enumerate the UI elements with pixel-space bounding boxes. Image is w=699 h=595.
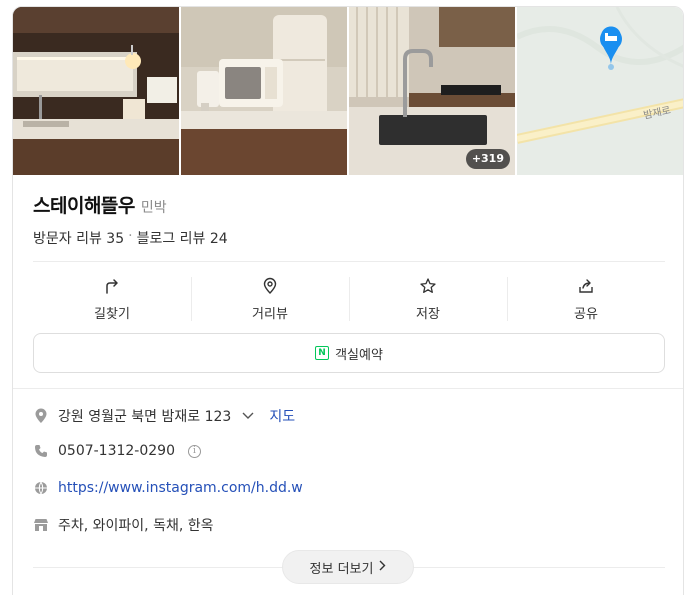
amenities-row: 주차, 와이파이, 독채, 한옥 (33, 515, 214, 535)
save-button[interactable]: 저장 (349, 269, 507, 329)
visitor-reviews-link[interactable]: 방문자 리뷰 35 (33, 228, 124, 248)
room-reservation-label: 객실예약 (335, 347, 383, 363)
review-separator: · (128, 228, 133, 244)
phone-icon (33, 443, 49, 459)
divider (13, 388, 683, 389)
action-bar: 길찾기 거리뷰 저장 공유 (33, 269, 665, 329)
website-link[interactable]: https://www.instagram.com/h.dd.w (58, 480, 303, 496)
street-view-icon (261, 277, 279, 295)
store-icon (33, 517, 49, 533)
chevron-down-icon[interactable] (242, 408, 254, 424)
photo-map-thumbnail[interactable]: 밤재로 (517, 7, 683, 175)
more-info-button[interactable]: 정보 더보기 (282, 550, 414, 584)
info-icon[interactable]: i (188, 444, 201, 458)
street-view-button[interactable]: 거리뷰 (191, 269, 349, 329)
title-row: 스테이해뜰우 민박 (33, 191, 167, 218)
amenities-text: 주차, 와이파이, 독채, 한옥 (58, 518, 214, 534)
room-reservation-button[interactable]: N 객실예약 (33, 333, 665, 373)
place-category: 민박 (140, 200, 167, 216)
directions-label: 길찾기 (94, 306, 130, 322)
save-label: 저장 (416, 306, 440, 322)
directions-icon (103, 277, 121, 295)
address-text: 강원 영월군 북면 밤재로 123 (58, 409, 232, 425)
place-card: +319 밤재로 스테이해뜰우 민박 방문자 리뷰 35 · 블로그 리뷰 24… (12, 6, 684, 595)
more-info-label: 정보 더보기 (309, 561, 374, 577)
divider (33, 261, 665, 262)
review-summary: 방문자 리뷰 35 · 블로그 리뷰 24 (33, 228, 228, 248)
map-link[interactable]: 지도 (269, 406, 295, 426)
phone-row: 0507-1312-0290 i (33, 443, 201, 459)
photo-oven[interactable] (181, 7, 347, 175)
photo-count-badge[interactable]: +319 (465, 149, 510, 169)
globe-icon (33, 480, 49, 496)
share-label: 공유 (574, 306, 598, 322)
website-row: https://www.instagram.com/h.dd.w (33, 480, 303, 496)
share-icon (577, 277, 595, 295)
directions-button[interactable]: 길찾기 (33, 269, 191, 329)
share-button[interactable]: 공유 (507, 269, 665, 329)
blog-reviews-link[interactable]: 블로그 리뷰 24 (137, 228, 228, 248)
photo-kitchen-wide[interactable] (13, 7, 179, 175)
naver-booking-icon: N (315, 346, 330, 360)
address-row: 강원 영월군 북면 밤재로 123 지도 (33, 406, 295, 426)
star-icon (419, 277, 437, 295)
photo-strip: +319 밤재로 (13, 7, 683, 175)
place-name: 스테이해뜰우 (33, 195, 135, 217)
street-view-label: 거리뷰 (252, 306, 288, 322)
location-pin-icon (33, 408, 49, 424)
photo-sink[interactable]: +319 (349, 7, 515, 175)
chevron-right-icon (379, 560, 386, 575)
phone-number[interactable]: 0507-1312-0290 (58, 443, 175, 459)
